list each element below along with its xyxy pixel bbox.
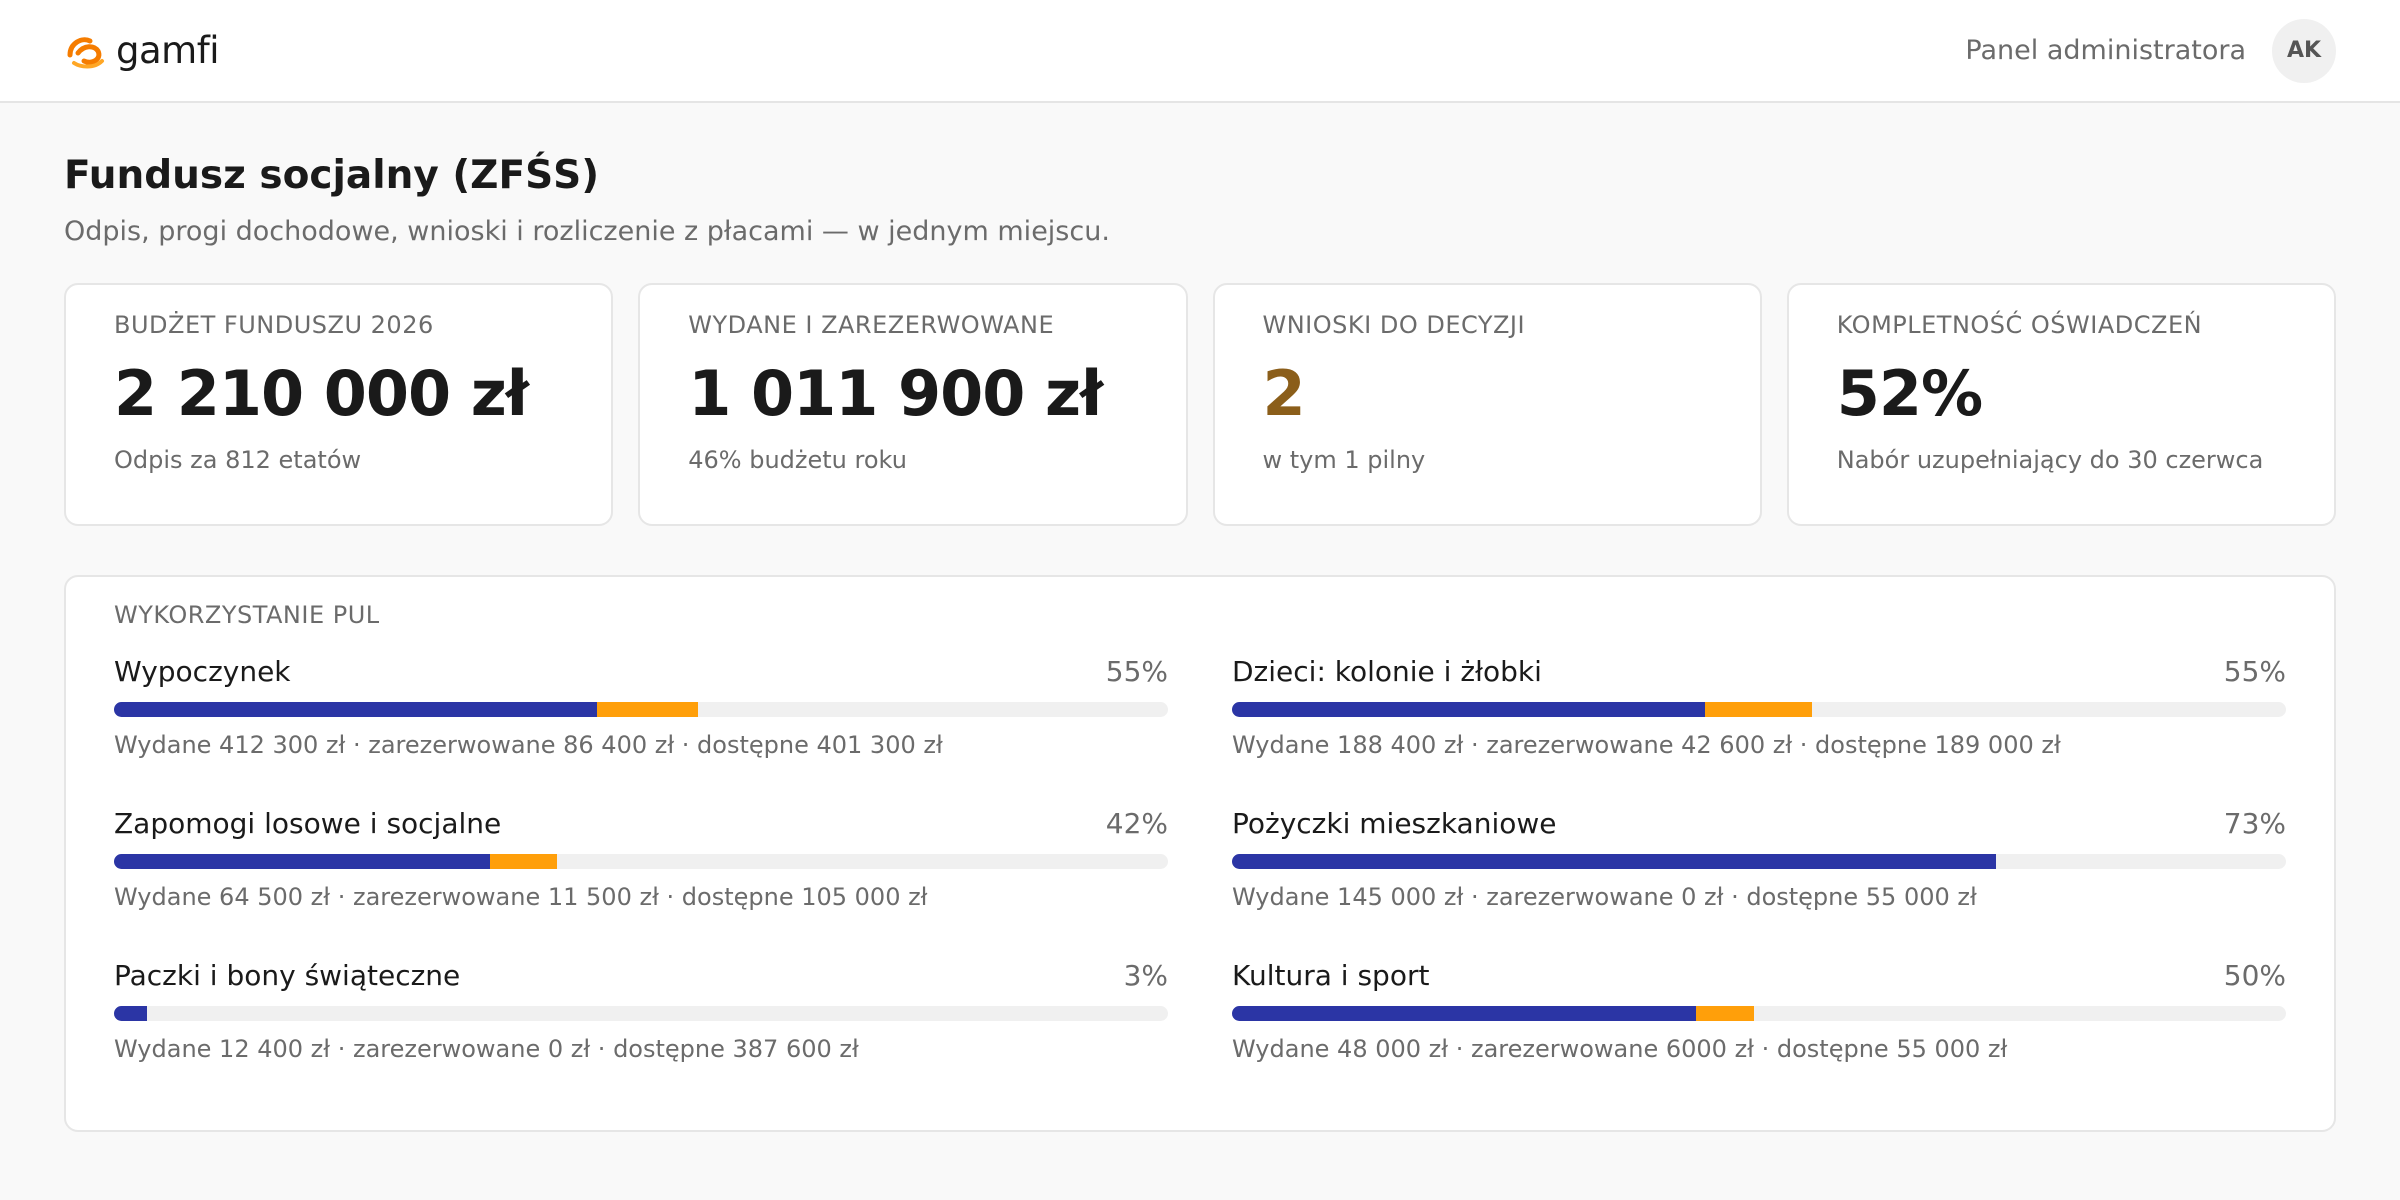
bar-spent-segment <box>1232 854 1997 869</box>
page-subtitle: Odpis, progi dochodowe, wnioski i rozlic… <box>64 216 1110 247</box>
kpi-value: 2 <box>1262 357 1306 430</box>
main-content: Fundusz socjalny (ZFŚS) Odpis, progi doc… <box>0 153 2400 1132</box>
pool-detail: Wydane 412 300 zł · zarezerwowane 86 400… <box>114 731 943 759</box>
pool-detail: Wydane 145 000 zł · zarezerwowane 0 zł ·… <box>1232 883 1977 911</box>
pool-percent: 73% <box>2223 807 2286 840</box>
kpi-card-budget: BUDŻET FUNDUSZU 2026 2 210 000 zł Odpis … <box>64 283 614 526</box>
bar-spent-segment <box>1232 702 1705 717</box>
pool-name: Zapomogi losowe i socjalne <box>114 807 502 840</box>
pool-progress-bar <box>1232 854 2286 869</box>
kpi-label: WNIOSKI DO DECYZJI <box>1262 311 1526 339</box>
pool-item[interactable]: Dzieci: kolonie i żłobki 55% Wydane 188 … <box>1232 655 2286 807</box>
pool-head: Dzieci: kolonie i żłobki 55% <box>1232 655 2286 688</box>
kpi-note: Odpis za 812 etatów <box>114 446 362 474</box>
pool-progress-bar <box>114 1006 1168 1021</box>
kpi-label: KOMPLETNOŚĆ OŚWIADCZEŃ <box>1836 311 2203 339</box>
pool-item[interactable]: Paczki i bony świąteczne 3% Wydane 12 40… <box>114 959 1168 1111</box>
bar-spent-segment <box>114 854 490 869</box>
kpi-row: BUDŻET FUNDUSZU 2026 2 210 000 zł Odpis … <box>64 283 2336 526</box>
brand-logo[interactable]: gamfi <box>64 29 220 72</box>
bar-reserved-segment <box>596 702 699 717</box>
pool-detail: Wydane 188 400 zł · zarezerwowane 42 600… <box>1232 731 2061 759</box>
pool-head: Zapomogi losowe i socjalne 42% <box>114 807 1168 840</box>
pool-detail: Wydane 64 500 zł · zarezerwowane 11 500 … <box>114 883 928 911</box>
pool-name: Paczki i bony świąteczne <box>114 959 461 992</box>
pool-usage-title: WYKORZYSTANIE PUL <box>114 601 380 629</box>
pool-head: Paczki i bony świąteczne 3% <box>114 959 1168 992</box>
pool-name: Dzieci: kolonie i żłobki <box>1232 655 1542 688</box>
kpi-value: 2 210 000 zł <box>114 357 529 430</box>
page-title: Fundusz socjalny (ZFŚS) <box>64 153 600 198</box>
bar-reserved-segment <box>1704 702 1812 717</box>
pool-head: Kultura i sport 50% <box>1232 959 2286 992</box>
pool-progress-bar <box>1232 1006 2286 1021</box>
bar-spent-segment <box>1232 1006 1697 1021</box>
pool-percent: 42% <box>1105 807 1168 840</box>
pool-grid: Wypoczynek 55% Wydane 412 300 zł · zarez… <box>114 655 2286 1111</box>
bar-spent-segment <box>114 1006 147 1021</box>
pool-head: Pożyczki mieszkaniowe 73% <box>1232 807 2286 840</box>
pool-name: Kultura i sport <box>1232 959 1430 992</box>
kpi-value: 1 011 900 zł <box>688 357 1103 430</box>
brand-name: gamfi <box>116 29 220 72</box>
pool-detail: Wydane 48 000 zł · zarezerwowane 6000 zł… <box>1232 1035 2008 1063</box>
pool-percent: 3% <box>1123 959 1168 992</box>
gamfi-logo-icon <box>67 36 104 68</box>
kpi-label: WYDANE I ZAREZERWOWANE <box>688 311 1055 339</box>
pool-usage-panel: WYKORZYSTANIE PUL Wypoczynek 55% Wydane … <box>64 575 2336 1132</box>
pool-percent: 55% <box>1105 655 1168 688</box>
avatar[interactable]: AK <box>2272 18 2336 83</box>
pool-name: Pożyczki mieszkaniowe <box>1232 807 1557 840</box>
kpi-card-requests[interactable]: WNIOSKI DO DECYZJI 2 w tym 1 pilny <box>1212 283 1762 526</box>
kpi-value: 52% <box>1836 357 1983 430</box>
bar-spent-segment <box>114 702 597 717</box>
kpi-note: w tym 1 pilny <box>1262 446 1426 474</box>
pool-item[interactable]: Kultura i sport 50% Wydane 48 000 zł · z… <box>1232 959 2286 1111</box>
pool-item[interactable]: Zapomogi losowe i socjalne 42% Wydane 64… <box>114 807 1168 959</box>
bar-reserved-segment <box>1696 1006 1755 1021</box>
bar-reserved-segment <box>489 854 557 869</box>
pool-percent: 50% <box>2223 959 2286 992</box>
pool-head: Wypoczynek 55% <box>114 655 1168 688</box>
user-area: Panel administratora AK <box>1965 18 2336 83</box>
pool-item[interactable]: Wypoczynek 55% Wydane 412 300 zł · zarez… <box>114 655 1168 807</box>
kpi-note: 46% budżetu roku <box>688 446 907 474</box>
kpi-note: Nabór uzupełniający do 30 czerwca <box>1836 446 2264 474</box>
pool-progress-bar <box>114 854 1168 869</box>
pool-progress-bar <box>1232 702 2286 717</box>
top-bar: gamfi Panel administratora AK <box>0 0 2400 103</box>
kpi-label: BUDŻET FUNDUSZU 2026 <box>114 311 434 339</box>
kpi-card-spent: WYDANE I ZAREZERWOWANE 1 011 900 zł 46% … <box>638 283 1188 526</box>
pool-percent: 55% <box>2223 655 2286 688</box>
pool-progress-bar <box>114 702 1168 717</box>
panel-label: Panel administratora <box>1965 35 2246 66</box>
kpi-card-declarations: KOMPLETNOŚĆ OŚWIADCZEŃ 52% Nabór uzupełn… <box>1786 283 2336 526</box>
pool-detail: Wydane 12 400 zł · zarezerwowane 0 zł · … <box>114 1035 859 1063</box>
pool-name: Wypoczynek <box>114 655 291 688</box>
pool-item[interactable]: Pożyczki mieszkaniowe 73% Wydane 145 000… <box>1232 807 2286 959</box>
